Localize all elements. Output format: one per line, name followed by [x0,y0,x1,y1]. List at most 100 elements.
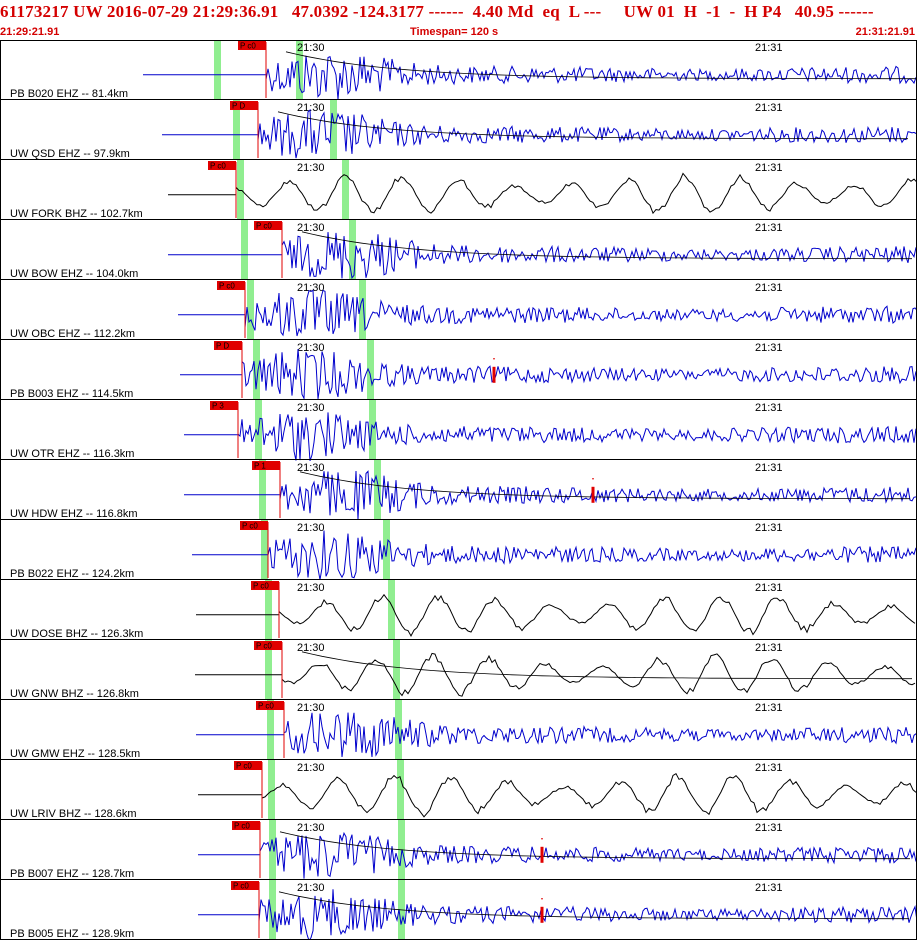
waveform [198,889,917,940]
time-tick-label: 21:30 [297,282,325,294]
time-tick-label: 21:31 [755,402,783,414]
time-tick-label: 21:31 [755,582,783,594]
channel-label: UW DOSE BHZ -- 126.3km [10,628,143,640]
time-tick-label: 21:30 [297,162,325,174]
trace-row[interactable]: 21:30 21:31 P c0 PB B007 EHZ -- 128.7km [0,820,917,880]
p-pick-label: P c0 [242,522,258,531]
coda-decay-curve [285,51,916,80]
channel-label: UW HDW EHZ -- 116.8km [10,508,138,520]
channel-label: UW OTR EHZ -- 116.3km [10,448,134,460]
channel-label: PB B003 EHZ -- 114.5km [10,388,133,400]
p-pick-label: P c0 [240,42,256,51]
channel-label: UW GMW EHZ -- 128.5km [10,748,140,760]
channel-label: PB B020 EHZ -- 81.4km [10,88,128,100]
p-pick-label: P c0 [210,162,226,171]
s-window-band [342,160,349,220]
time-tick-label: 21:31 [755,462,783,474]
p-pick-label: P 3 [212,402,224,411]
channel-label: UW LRIV BHZ -- 128.6km [10,808,137,820]
waveform [198,773,917,818]
coda-decay-curve [278,891,909,920]
p-pick-label: P c0 [233,882,249,891]
waveform [168,172,917,215]
time-tick-label: 21:31 [755,702,783,714]
time-tick-label: 21:31 [755,42,783,54]
time-tick-label: 21:30 [297,582,325,594]
time-tick-label: 21:31 [755,282,783,294]
waveform [196,712,917,758]
p-pick-label: P c0 [256,642,272,651]
seismogram-traces-panel[interactable]: 21:30 21:31P c0PB B020 EHZ -- 81.4km21:30… [0,40,917,940]
time-tick-label: 21:30 [297,42,325,54]
trace-row[interactable]: 21:30 21:31 P c0 UW OBC EHZ -- 112.2km [0,280,917,340]
channel-label: UW OBC EHZ -- 112.2km [10,328,135,340]
trace-row[interactable]: 21:30 21:31 P c0 UW GNW BHZ -- 126.8km [0,640,917,700]
p-pick-label: P c0 [258,702,274,711]
p-pick-label: P c0 [234,822,250,831]
time-tick-label: 21:30 [297,522,325,534]
trace-row[interactable]: 21:30 21:31 P D PB B003 EHZ -- 114.5km [0,340,917,401]
channel-label: UW BOW EHZ -- 104.0km [10,268,138,280]
panel-border [0,40,917,940]
time-tick-label: 21:30 [297,342,325,354]
waveform [192,530,917,580]
time-tick-label: 21:30 [297,102,325,114]
trace-row[interactable]: 21:30 21:31 P c0 UW FORK BHZ -- 102.7km [0,160,917,220]
s-window-band [349,220,356,280]
time-tick-label: 21:30 [297,822,325,834]
channel-label: PB B007 EHZ -- 128.7km [10,868,134,880]
time-tick-label: 21:30 [297,882,325,894]
trace-row[interactable]: 21:30 21:31 P c0 PB B022 EHZ -- 124.2km [0,520,917,580]
time-tick-label: 21:31 [755,222,783,234]
channel-label: UW GNW BHZ -- 126.8km [10,688,139,700]
waveform [178,289,917,337]
waveform [198,831,917,879]
s-window-band [247,280,254,340]
event-header: 61173217 UW 2016-07-29 21:29:36.91 47.03… [0,0,917,41]
time-tick-label: 21:30 [297,642,325,654]
waveform [184,412,917,461]
time-tick-label: 21:31 [755,642,783,654]
waveform [143,55,917,100]
trace-row[interactable]: 21:30 21:31 P D UW QSD EHZ -- 97.9km [0,100,917,160]
time-tick-label: 21:31 [755,522,783,534]
waveform [195,652,916,697]
coda-decay-curve [279,831,910,860]
p-pick-label: P c0 [219,282,235,291]
trace-row[interactable]: 21:30 21:31 P c0 PB B005 EHZ -- 128.9km [0,880,917,940]
channel-label: UW QSD EHZ -- 97.9km [10,148,130,160]
event-summary-title: 61173217 UW 2016-07-29 21:29:36.91 47.03… [0,2,874,21]
waveform [162,109,917,159]
channel-label: PB B022 EHZ -- 124.2km [10,568,134,580]
trace-row[interactable]: 21:30 21:31P 1UW HDW EHZ -- 116.8km [0,460,917,520]
trace-row[interactable]: 21:30 21:31 P c0 UW GMW EHZ -- 128.5km [0,700,917,760]
p-pick-label: P c0 [256,222,272,231]
s-window-band [214,40,221,100]
s-window-band [397,760,404,820]
time-tick-label: 21:30 [297,402,325,414]
time-tick-label: 21:31 [755,162,783,174]
trace-row[interactable]: 21:30 21:31 P c0 UW DOSE BHZ -- 126.3km [0,580,917,640]
p-pick-label: P c0 [253,582,269,591]
s-window-band [369,400,376,460]
time-tick-label: 21:30 [297,702,325,714]
time-tick-label: 21:31 [755,882,783,894]
p-pick-label: P D [216,342,229,351]
trace-row[interactable]: 21:30 21:31 P 3 UW OTR EHZ -- 116.3km [0,400,917,461]
trace-row[interactable]: 21:30 21:31 P c0 UW BOW EHZ -- 104.0km [0,220,917,280]
s-window-band [269,880,276,940]
trace-row[interactable]: 21:30 21:31 P c0 UW LRIV BHZ -- 128.6km [0,760,917,820]
s-window-band [241,220,248,280]
channel-label: UW FORK BHZ -- 102.7km [10,208,143,220]
s-window-band [374,460,381,520]
waveform [180,349,917,401]
s-window-band [253,340,260,400]
waveform [196,593,916,637]
trace-row[interactable]: 21:30 21:31 P c0 PB B020 EHZ -- 81.4km [0,40,917,100]
waveform [168,232,917,279]
channel-label: PB B005 EHZ -- 128.9km [10,928,134,940]
time-tick-label: 21:31 [755,102,783,114]
time-tick-label: 21:31 [755,342,783,354]
timespan-label: Timespan= 120 s [410,26,499,38]
p-pick-label: P D [232,102,245,111]
